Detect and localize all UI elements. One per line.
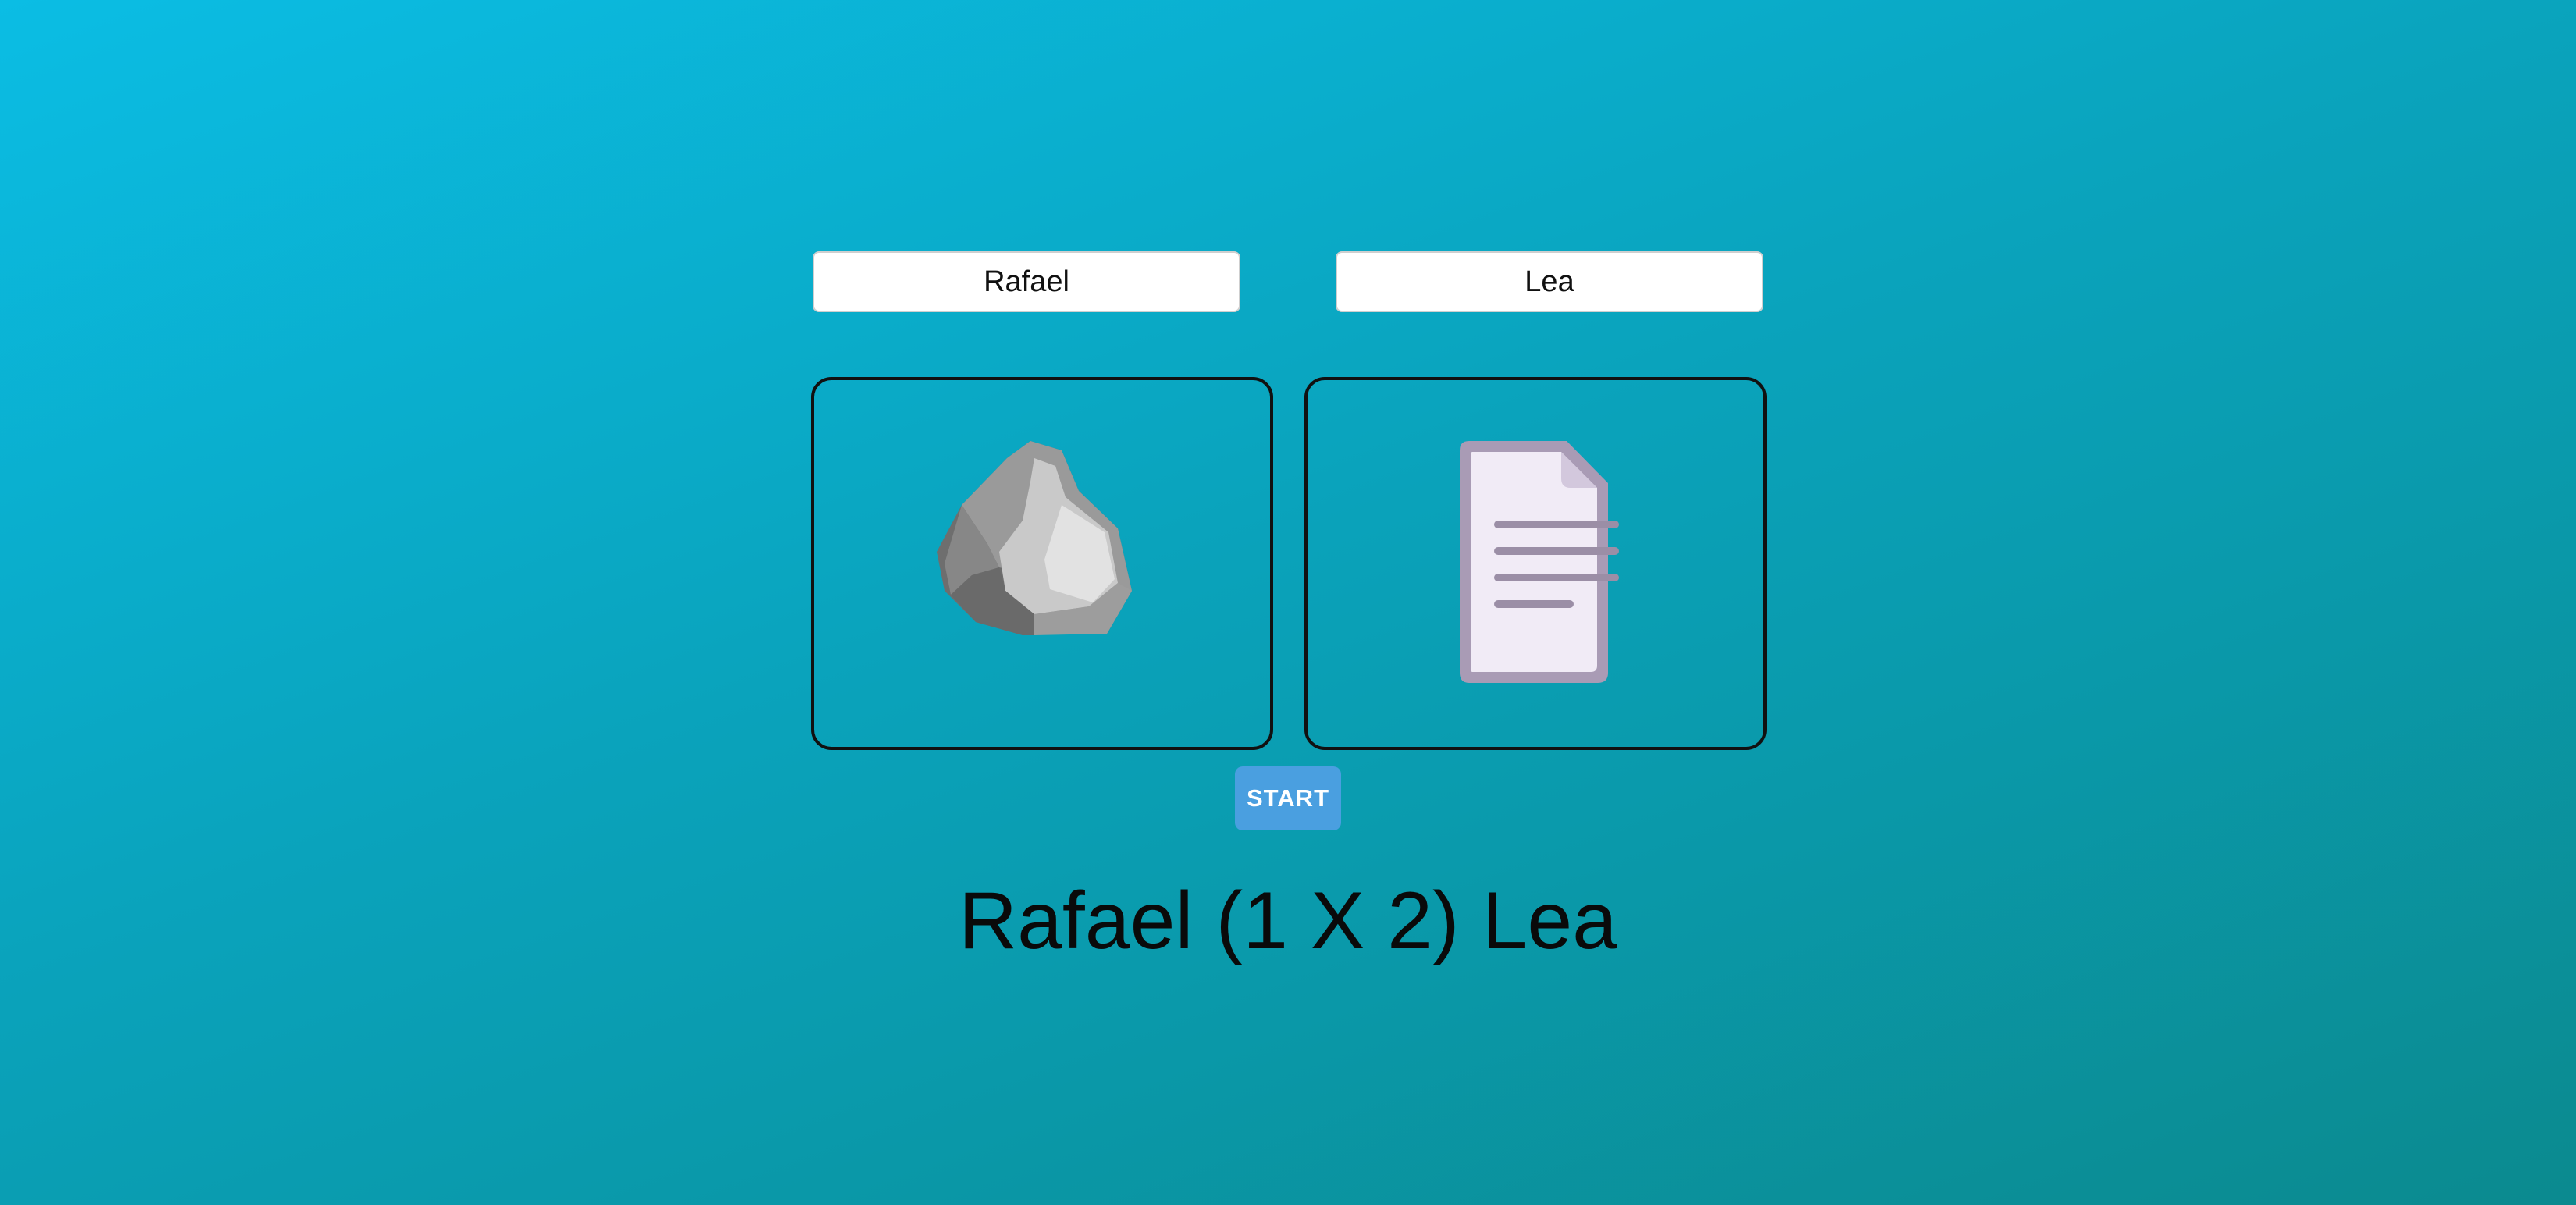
paper-icon [1460, 441, 1619, 683]
player1-choice-card [811, 377, 1273, 750]
rock-icon [937, 441, 1132, 635]
player2-choice-card [1304, 377, 1767, 750]
score-display: Rafael (1 X 2) Lea [958, 876, 1618, 966]
player1-name-input[interactable] [813, 251, 1240, 312]
start-button[interactable]: START [1235, 766, 1341, 830]
player2-name-input[interactable] [1336, 251, 1763, 312]
